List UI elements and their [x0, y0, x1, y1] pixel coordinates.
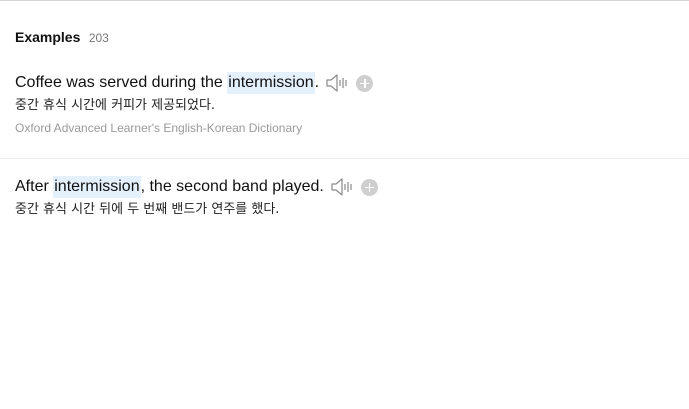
- example-translation: 중간 휴식 시간 뒤에 두 번째 밴드가 연주를 했다.: [15, 202, 280, 217]
- example-sentence: Coffee was served during the intermissio…: [15, 72, 689, 94]
- example-divider: [0, 158, 689, 159]
- top-border: [0, 0, 689, 1]
- sentence-text: , the second band played.: [140, 178, 324, 195]
- speaker-icon[interactable]: [330, 176, 354, 198]
- examples-title: Examples: [15, 29, 81, 45]
- speaker-icon[interactable]: [325, 72, 349, 94]
- highlighted-term: intermission: [227, 72, 315, 94]
- highlighted-term: intermission: [53, 176, 141, 198]
- sentence-text: .: [314, 74, 320, 91]
- sentence-text: After: [15, 178, 54, 195]
- example-sentence: After intermission , the second band pla…: [15, 176, 689, 198]
- examples-count: 203: [88, 31, 109, 45]
- add-icon[interactable]: [360, 178, 378, 196]
- examples-header: Examples 203: [15, 29, 109, 47]
- sentence-text: Coffee was served during the: [15, 74, 228, 91]
- example-translation: 중간 휴식 시간에 커피가 제공되었다.: [15, 98, 216, 113]
- example-source: Oxford Advanced Learner's English-Korean…: [15, 121, 303, 135]
- example-item: Coffee was served during the intermissio…: [15, 72, 689, 135]
- example-item: After intermission , the second band pla…: [15, 176, 689, 219]
- add-icon[interactable]: [356, 74, 374, 92]
